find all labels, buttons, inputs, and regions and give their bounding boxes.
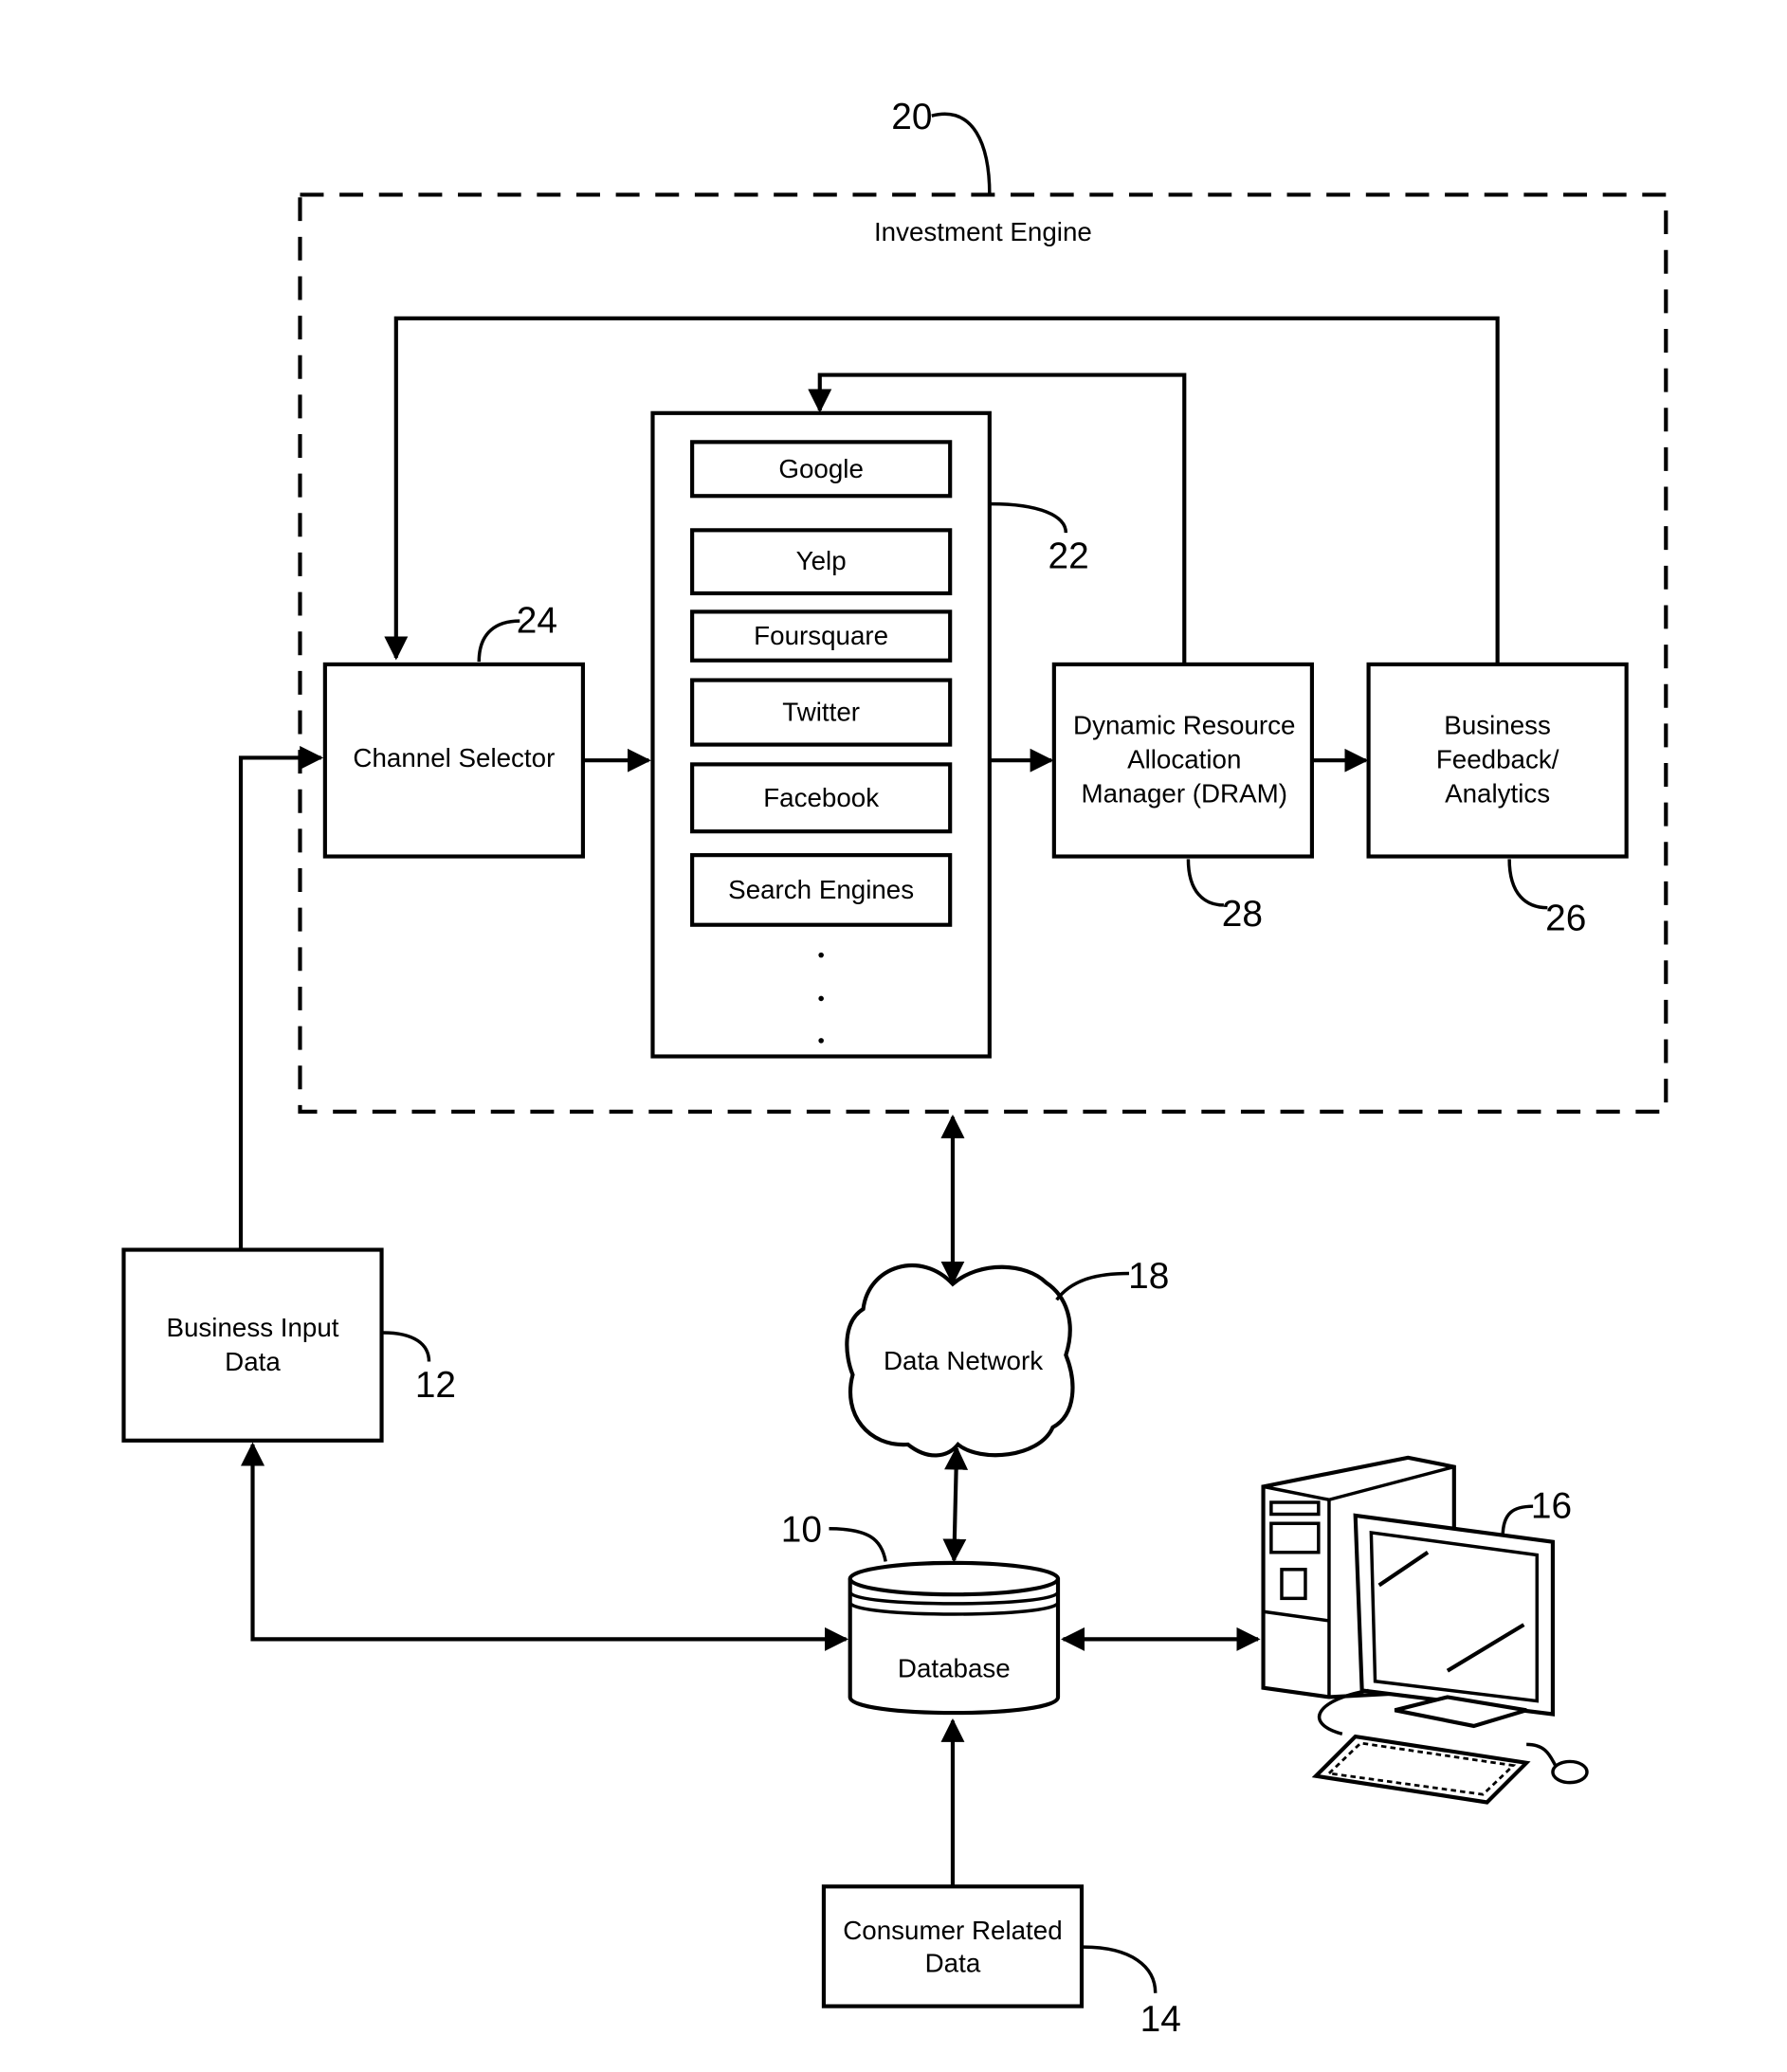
ref-leader-20 xyxy=(931,112,992,195)
ref-leader-16 xyxy=(1501,1504,1534,1537)
dram-label-line-1: Dynamic Resource xyxy=(1073,710,1295,739)
ref-number-12: 12 xyxy=(415,1365,456,1406)
business-input-data: Business Input Data 12 xyxy=(121,1247,456,1443)
dram-label-line-2: Allocation xyxy=(1127,745,1241,774)
channel-foursquare: Foursquare xyxy=(690,609,953,663)
database: Database 10 xyxy=(781,1510,1061,1716)
business-feedback-analytics: Business Feedback/ Analytics 26 xyxy=(1366,662,1629,938)
database-label: Database xyxy=(898,1654,1011,1683)
database-top xyxy=(848,1560,1061,1597)
channel-label: Search Engines xyxy=(728,875,914,904)
ref-number-24: 24 xyxy=(517,601,557,642)
system-diagram: Investment Engine 20 Channel Selector 24… xyxy=(121,97,1668,2040)
channel-twitter: Twitter xyxy=(690,678,953,747)
ref-leader-24 xyxy=(477,619,520,663)
computer-icon: 16 xyxy=(1261,1455,1589,1805)
channel-facebook: Facebook xyxy=(690,762,953,834)
ref-leader-10 xyxy=(829,1527,887,1562)
ellipsis-dot xyxy=(818,995,824,1002)
channel-google: Google xyxy=(690,440,953,499)
ref-number-28: 28 xyxy=(1222,894,1263,935)
dram-label-line-3: Manager (DRAM) xyxy=(1082,779,1287,809)
consumer-label-line-1: Consumer Related xyxy=(843,1916,1062,1945)
channel-label: Facebook xyxy=(763,783,879,812)
feedback-label-line-2: Feedback/ xyxy=(1436,745,1559,774)
data-network-label: Data Network xyxy=(884,1346,1043,1375)
data-network: Data Network 18 xyxy=(845,1256,1169,1458)
ellipsis-dot xyxy=(818,952,824,958)
ref-leader-18 xyxy=(1055,1271,1129,1301)
ref-leader-12 xyxy=(382,1331,431,1362)
channel-search-engines: Search Engines xyxy=(690,853,953,927)
database-body xyxy=(848,1578,1061,1716)
channel-label: Yelp xyxy=(796,546,847,575)
ref-leader-22 xyxy=(991,501,1068,534)
keyboard xyxy=(1311,1734,1531,1805)
ref-number-20: 20 xyxy=(891,97,932,137)
channel-label: Twitter xyxy=(782,698,860,727)
ref-number-14: 14 xyxy=(1140,1999,1181,2040)
consumer-related-data: Consumer Related Data 14 xyxy=(821,1884,1181,2040)
channel-label: Foursquare xyxy=(754,621,888,650)
ref-number-16: 16 xyxy=(1531,1486,1572,1527)
channel-selector-label: Channel Selector xyxy=(353,743,555,772)
channels-panel: Google Yelp Foursquare Twitter Facebook … xyxy=(650,410,1089,1059)
feedback-label-line-1: Business xyxy=(1444,710,1551,739)
channel-yelp: Yelp xyxy=(690,528,953,596)
consumer-box xyxy=(821,1884,1085,2008)
ref-number-10: 10 xyxy=(781,1510,822,1551)
ref-number-22: 22 xyxy=(1048,536,1088,577)
ref-leader-26 xyxy=(1507,859,1548,910)
arrow-database-business-input xyxy=(241,1442,849,1651)
channel-selector: Channel Selector 24 xyxy=(322,601,585,859)
mouse xyxy=(1551,1759,1589,1785)
arrow-business-input-to-selector xyxy=(238,745,324,1250)
ref-number-26: 26 xyxy=(1545,898,1586,938)
arrow-network-database xyxy=(942,1445,969,1563)
investment-engine-title: Investment Engine xyxy=(874,217,1092,246)
business-input-label-line-2: Data xyxy=(225,1347,281,1376)
ref-leader-14 xyxy=(1083,1945,1158,1993)
business-input-label-line-1: Business Input xyxy=(166,1313,338,1342)
feedback-label-line-3: Analytics xyxy=(1445,779,1550,809)
ellipsis-dot xyxy=(818,1038,824,1044)
consumer-label-line-2: Data xyxy=(925,1949,981,1978)
mouse-cable xyxy=(1526,1742,1558,1767)
dram: Dynamic Resource Allocation Manager (DRA… xyxy=(1051,662,1314,935)
ref-number-18: 18 xyxy=(1128,1256,1169,1297)
business-input-box xyxy=(121,1247,384,1443)
ref-leader-28 xyxy=(1186,859,1224,907)
channel-label: Google xyxy=(778,454,863,483)
